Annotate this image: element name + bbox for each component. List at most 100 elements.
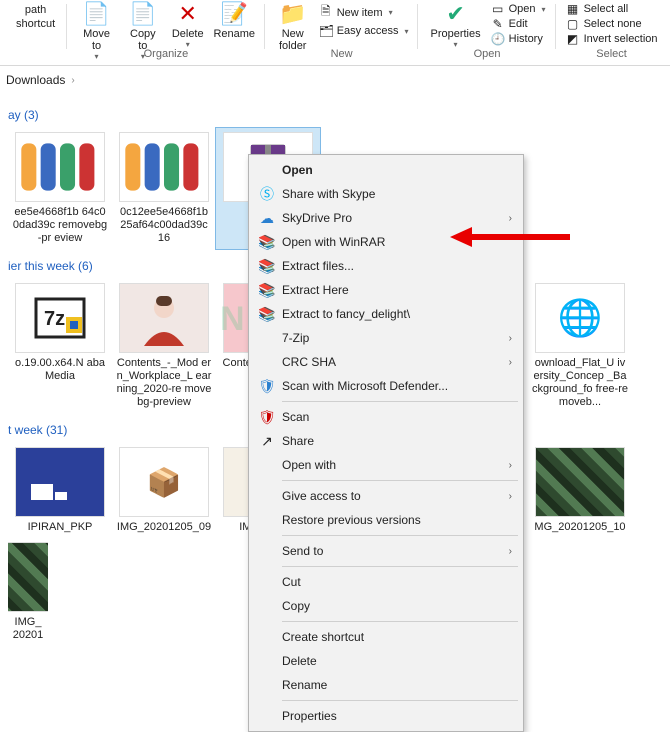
easy-access-label: Easy access: [337, 25, 399, 37]
ctx-send-to[interactable]: Send to›: [252, 539, 520, 563]
ctx-cut[interactable]: Cut: [252, 570, 520, 594]
ctx-label: CRC SHA: [282, 355, 336, 369]
ctx-separator: [282, 700, 518, 701]
breadcrumb[interactable]: Downloads ›: [0, 66, 670, 94]
select-all-button[interactable]: ▦Select all: [566, 2, 658, 16]
ctx-label: Open with: [282, 458, 336, 472]
file-tile[interactable]: IMG_20201: [8, 538, 48, 646]
winrar-icon: 📚: [258, 258, 276, 275]
winrar-icon: 📚: [258, 282, 276, 299]
edit-button[interactable]: ✎Edit: [491, 17, 546, 31]
rename-label: Rename: [213, 28, 255, 40]
open-label: Open: [509, 3, 536, 15]
easy-access-icon: 🗂: [319, 24, 333, 38]
new-folder-button[interactable]: 📁 New folder: [271, 0, 315, 54]
file-caption: MG_20201205_10: [534, 521, 625, 534]
ctx-defender[interactable]: 🛡Scan with Microsoft Defender...: [252, 374, 520, 398]
ctx-extract-files[interactable]: 📚 Extract files...: [252, 254, 520, 278]
ctx-rename[interactable]: Rename: [252, 673, 520, 697]
ribbon-group-clipboard: path shortcut: [4, 0, 67, 63]
ctx-label: Scan with Microsoft Defender...: [282, 379, 448, 393]
new-item-icon: 🗎: [319, 2, 333, 23]
new-item-button[interactable]: 🗎New item▾: [319, 2, 409, 23]
ctx-share-skype[interactable]: ⓈShare with Skype: [252, 182, 520, 206]
paste-shortcut-button[interactable]: path shortcut: [10, 0, 61, 32]
easy-access-button[interactable]: 🗂 Easy access ▾: [319, 24, 409, 38]
thumbnail-icon: 🌐: [535, 283, 625, 353]
ctx-separator: [282, 401, 518, 402]
ctx-label: Extract files...: [282, 259, 354, 273]
file-tile[interactable]: IPIRAN_PKP: [8, 443, 112, 538]
ctx-copy[interactable]: Copy: [252, 594, 520, 618]
new-folder-label: New folder: [277, 28, 309, 52]
ctx-label: Share with Skype: [282, 187, 375, 201]
rename-button[interactable]: 📝 Rename: [210, 0, 259, 42]
caret-icon: ▾: [454, 40, 458, 49]
ctx-share[interactable]: ↗Share: [252, 429, 520, 453]
invert-icon: ◩: [566, 32, 580, 46]
ctx-delete[interactable]: Delete: [252, 649, 520, 673]
ctx-open-with[interactable]: Open with ›: [252, 453, 520, 477]
select-none-label: Select none: [584, 18, 642, 30]
open-icon: ▭: [491, 2, 505, 16]
ctx-properties[interactable]: Properties: [252, 704, 520, 728]
ctx-give-access[interactable]: Give access to›: [252, 484, 520, 508]
thumbnail-icon: 📦: [119, 447, 209, 517]
file-caption: ownload_Flat_U iversity_Concep _Backgrou…: [532, 357, 628, 409]
thumbnail-icon: [15, 447, 105, 517]
submenu-icon: ›: [509, 333, 512, 344]
select-none-button[interactable]: ▢Select none: [566, 17, 658, 31]
file-tile[interactable]: 0c12ee5e4668f1b 25af64c00dad39c 16: [112, 128, 216, 249]
select-side-list: ▦Select all ▢Select none ◩Invert selecti…: [562, 0, 662, 48]
ctx-restore[interactable]: Restore previous versions: [252, 508, 520, 532]
ctx-extract-here[interactable]: 📚Extract Here: [252, 278, 520, 302]
delete-button[interactable]: ✕ Delete ▾: [166, 0, 210, 51]
share-icon: ↗: [258, 433, 276, 450]
skydrive-icon: ☁: [258, 210, 276, 227]
open-button[interactable]: ▭ Open ▾: [491, 2, 546, 16]
file-tile[interactable]: 7z o.19.00.x64.N abaMedia: [8, 279, 112, 413]
file-caption: Contents_-_Mod ern_Workplace_L earning_2…: [116, 357, 212, 409]
ctx-label: Open: [282, 163, 313, 177]
path-label: path: [25, 4, 46, 16]
ribbon-group-label: Open: [474, 48, 501, 60]
move-label: Move to: [79, 28, 114, 52]
ctx-separator: [282, 621, 518, 622]
file-caption: 0c12ee5e4668f1b 25af64c00dad39c 16: [116, 206, 212, 245]
ctx-create-shortcut[interactable]: Create shortcut: [252, 625, 520, 649]
history-button[interactable]: 🕘History: [491, 32, 546, 46]
ribbon-group-label: Select: [596, 48, 627, 60]
file-tile[interactable]: 🌐 ownload_Flat_U iversity_Concep _Backgr…: [528, 279, 632, 413]
move-to-button[interactable]: 📄 Move to ▾: [73, 0, 120, 63]
ctx-extract-to[interactable]: 📚Extract to fancy_delight\: [252, 302, 520, 326]
ribbon: path shortcut 📄 Move to ▾ 📄 Copy to ▾ ✕ …: [0, 0, 670, 66]
file-tile[interactable]: ee5e4668f1b 64c00dad39c removebg-pr evie…: [8, 128, 112, 249]
caret-icon: ▾: [404, 27, 408, 36]
ribbon-group-select: ▦Select all ▢Select none ◩Invert selecti…: [556, 0, 668, 63]
ribbon-group-new: 📁 New folder 🗎New item▾ 🗂 Easy access ▾ Ne…: [265, 0, 419, 63]
properties-button[interactable]: ✔ Properties ▾: [424, 0, 486, 51]
file-caption: IMG_20201205_09: [117, 521, 211, 534]
ctx-label: Open with WinRAR: [282, 235, 385, 249]
edit-label: Edit: [509, 18, 528, 30]
ribbon-group-organize: 📄 Move to ▾ 📄 Copy to ▾ ✕ Delete ▾ 📝 Ren…: [67, 0, 265, 63]
ctx-separator: [282, 480, 518, 481]
mcafee-icon: 🛡: [258, 409, 276, 426]
submenu-icon: ›: [509, 460, 512, 471]
file-tile[interactable]: 📦 IMG_20201205_09: [112, 443, 216, 538]
group-header-today[interactable]: ay (3): [8, 108, 662, 122]
ctx-scan[interactable]: 🛡Scan: [252, 405, 520, 429]
invert-selection-button[interactable]: ◩Invert selection: [566, 32, 658, 46]
thumbnail-icon: [8, 542, 48, 612]
ctx-7zip[interactable]: 7-Zip›: [252, 326, 520, 350]
ctx-crc-sha[interactable]: CRC SHA›: [252, 350, 520, 374]
breadcrumb-seg: Downloads: [6, 73, 65, 87]
caret-icon: ▾: [542, 5, 546, 14]
ribbon-group-label: New: [331, 48, 353, 60]
ctx-label: Restore previous versions: [282, 513, 421, 527]
rename-icon: 📝: [221, 2, 248, 26]
ctx-open[interactable]: Open: [252, 158, 520, 182]
ctx-label: Properties: [282, 709, 337, 723]
file-tile[interactable]: MG_20201205_10: [528, 443, 632, 538]
file-tile[interactable]: Contents_-_Mod ern_Workplace_L earning_2…: [112, 279, 216, 413]
